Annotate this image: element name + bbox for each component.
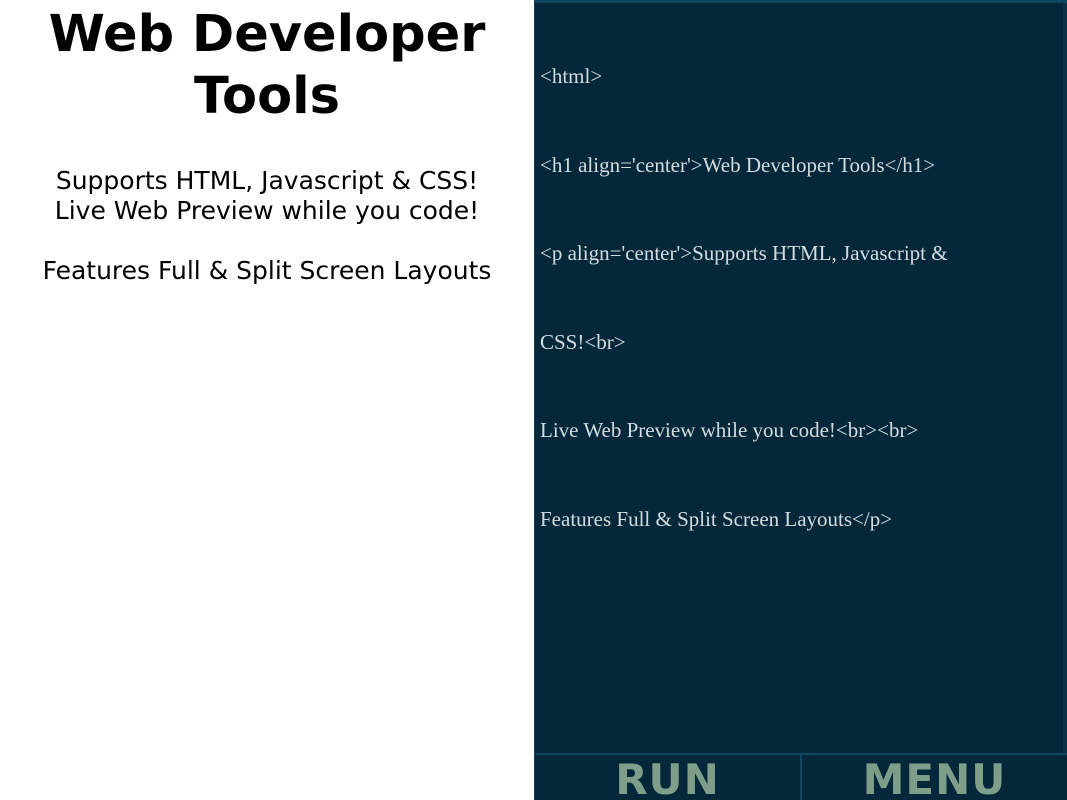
code-line: <html> [540, 64, 603, 88]
code-editor-textarea[interactable]: <html> <h1 align='center'>Web Developer … [538, 3, 1061, 755]
preview-paragraph: Supports HTML, Javascript & CSS! Live We… [0, 166, 534, 286]
preview-paragraph-line2: Live Web Preview while you code! [54, 196, 480, 225]
preview-line-break [0, 226, 534, 256]
preview-paragraph-line1: Supports HTML, Javascript & CSS! [55, 166, 479, 195]
preview-heading-line1: Web Developer [48, 5, 486, 64]
run-button[interactable]: RUN [535, 755, 800, 800]
app-window: Web Developer Tools Supports HTML, Javas… [0, 0, 1067, 800]
code-editor-pane: <html> <h1 align='center'>Web Developer … [534, 0, 1067, 800]
code-line: Features Full & Split Screen Layouts</p> [540, 506, 893, 531]
live-preview-pane: Web Developer Tools Supports HTML, Javas… [0, 0, 534, 800]
editor-scrollbar[interactable] [1063, 3, 1067, 755]
preview-heading: Web Developer Tools [0, 4, 534, 128]
preview-paragraph-line3: Features Full & Split Screen Layouts [42, 256, 492, 285]
preview-heading-line2: Tools [194, 67, 340, 126]
code-line: <p align='center'>Supports HTML, Javascr… [540, 241, 948, 265]
menu-button[interactable]: MENU [800, 755, 1067, 800]
code-line: Live Web Preview while you code!<br><br> [540, 418, 919, 442]
bottom-toolbar: RUN MENU [535, 753, 1067, 800]
code-line: <h1 align='center'>Web Developer Tools</… [540, 152, 936, 177]
code-line: CSS!<br> [540, 329, 626, 354]
